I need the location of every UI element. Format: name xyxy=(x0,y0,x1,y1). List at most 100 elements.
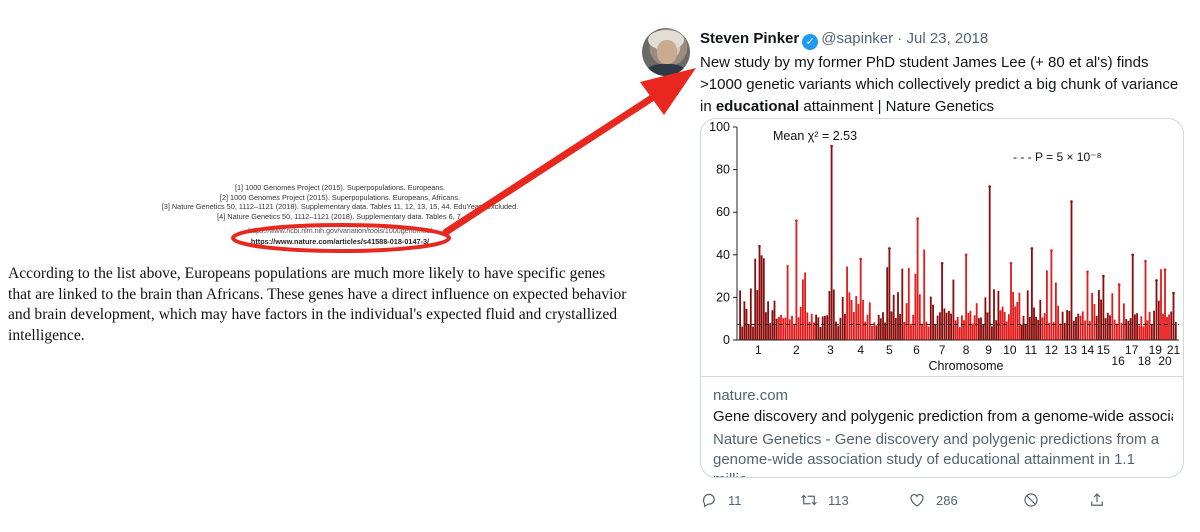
reply-button[interactable]: 11 xyxy=(700,490,742,510)
chromosome-3-point xyxy=(839,317,842,340)
like-button[interactable]: 286 xyxy=(908,490,958,510)
chromosome-19-point xyxy=(1150,325,1153,340)
chromosome-15-point xyxy=(1098,290,1100,340)
chromosome-11-point xyxy=(1039,299,1042,340)
chromosome-9-point xyxy=(986,312,989,340)
chromosome-4-point xyxy=(859,259,862,340)
nature-link[interactable]: https://www.nature.com/articles/s41588-0… xyxy=(140,237,540,247)
chromosome-1-point xyxy=(771,310,774,340)
chromosome-16-peak xyxy=(1117,283,1121,286)
card-divider xyxy=(701,376,1183,377)
chromosome-3-point xyxy=(844,313,846,340)
chromosome-14-point xyxy=(1086,271,1089,340)
chromosome-17-point xyxy=(1131,254,1134,340)
chromosome-1-point xyxy=(752,326,754,340)
chromosome-1-point xyxy=(762,258,765,340)
chromosome-2-point xyxy=(806,312,809,340)
chromosome-9-point xyxy=(980,317,982,340)
retweet-button[interactable]: 113 xyxy=(800,490,849,510)
chromosome-6-point xyxy=(914,273,917,340)
chromosome-tick-label: 16 xyxy=(1111,354,1125,368)
author-handle[interactable]: @sapinker xyxy=(821,30,893,47)
reply-count: 11 xyxy=(728,492,742,508)
chromosome-15-point xyxy=(1106,312,1109,340)
chromosome-10-point xyxy=(1012,292,1014,340)
chromosome-8-point xyxy=(975,303,978,340)
chromosome-1-point xyxy=(775,318,778,340)
chromosome-1-point xyxy=(741,326,744,340)
chromosome-17-point xyxy=(1127,321,1130,340)
chromosome-10-point xyxy=(1014,306,1017,340)
chromosome-8-point xyxy=(969,310,972,340)
chromosome-1-point xyxy=(758,246,761,340)
y-tick-label: 20 xyxy=(716,290,730,304)
tweet[interactable]: Steven Pinker ✓ @sapinker · Jul 23, 2018 N… xyxy=(630,0,1200,532)
chromosome-12-point xyxy=(1059,323,1062,340)
tweet-header: Steven Pinker ✓ @sapinker · Jul 23, 2018 xyxy=(700,30,989,50)
chromosome-8-point xyxy=(958,327,961,340)
ncbi-link[interactable]: https://www.ncbi.nlm.nih.gov/variation/t… xyxy=(140,226,540,236)
chromosome-15-point xyxy=(1102,276,1105,340)
chromosome-5-point xyxy=(894,317,897,340)
link-card[interactable]: 1 2 3 4 5 6 7 8 9 10 11 12 13 14 15 16 17 18 19 20 21 0 20 40 60… xyxy=(700,118,1184,478)
chromosome-6-point xyxy=(912,314,915,340)
chromosome-2-point xyxy=(786,265,789,340)
share-button[interactable] xyxy=(1088,490,1106,510)
chromosome-5-point xyxy=(899,314,901,340)
chromosome-5-point xyxy=(886,267,889,340)
block-button[interactable] xyxy=(1022,490,1040,510)
chromosome-8-point xyxy=(971,323,974,340)
chromosome-12-point xyxy=(1041,317,1044,340)
y-tick-label: 0 xyxy=(723,333,730,347)
chromosome-1-point xyxy=(749,288,752,340)
chromosome-17-point xyxy=(1125,319,1128,340)
chromosome-16-point xyxy=(1111,293,1114,340)
chromosome-11-point xyxy=(1028,316,1031,340)
chromosome-tick-label: 15 xyxy=(1097,343,1111,357)
chromosome-21-point xyxy=(1170,311,1173,340)
chromosome-7-point xyxy=(941,263,943,340)
chromosome-5-point xyxy=(884,322,886,340)
chromosome-1-peak xyxy=(758,245,761,248)
chromosome-tick-label: 5 xyxy=(886,343,893,357)
retweet-icon xyxy=(801,494,817,506)
chromosome-7-point xyxy=(945,312,948,340)
chromosome-8-point xyxy=(963,320,965,340)
chromosome-16-point xyxy=(1113,319,1116,340)
chromosome-2-point xyxy=(788,319,791,340)
chromosome-tick-label: 10 xyxy=(1003,343,1017,357)
chromosome-tick-label: 1 xyxy=(755,343,762,357)
chromosome-tick-label: 4 xyxy=(857,343,864,357)
chromosome-4-point xyxy=(846,266,848,340)
author-name[interactable]: Steven Pinker xyxy=(700,30,799,47)
chromosome-2-point xyxy=(799,306,802,340)
chromosome-10-point xyxy=(1001,306,1004,340)
tweet-date[interactable]: Jul 23, 2018 xyxy=(907,30,989,47)
chromosome-12-peak xyxy=(1050,249,1053,252)
chromosome-18-point xyxy=(1144,261,1147,340)
chromosome-2-point xyxy=(778,317,780,340)
chromosome-6-point xyxy=(918,294,921,340)
chromosome-3-point xyxy=(815,314,817,340)
reference-item: [1] 1000 Genomes Project (2015). Superpo… xyxy=(234,183,446,192)
chromosome-2-peak xyxy=(795,219,798,222)
tweet-text: New study by my former PhD student James… xyxy=(700,52,1180,118)
like-count: 286 xyxy=(936,492,958,508)
chromosome-20-point xyxy=(1162,313,1164,340)
avatar[interactable] xyxy=(642,28,690,76)
tweet-panel: Steven Pinker ✓ @sapinker · Jul 23, 2018 N… xyxy=(630,0,1200,532)
chromosome-3-point xyxy=(826,315,829,340)
chromosome-16-point xyxy=(1120,322,1123,340)
chromosome-7-point xyxy=(939,312,941,340)
chromosome-20-point xyxy=(1166,317,1168,340)
chromosome-13-point xyxy=(1063,322,1066,340)
chromosome-12-point xyxy=(1055,282,1057,340)
chromosome-12-point xyxy=(1043,313,1046,340)
chromosome-8-point xyxy=(956,316,959,340)
chromosome-6-point xyxy=(923,249,926,340)
chromosome-4-point xyxy=(868,302,871,340)
chromosome-2-point xyxy=(804,272,806,340)
chromosome-6-peak xyxy=(916,217,919,220)
chromosome-8-point xyxy=(961,315,963,340)
chromosome-9-point xyxy=(982,324,985,340)
